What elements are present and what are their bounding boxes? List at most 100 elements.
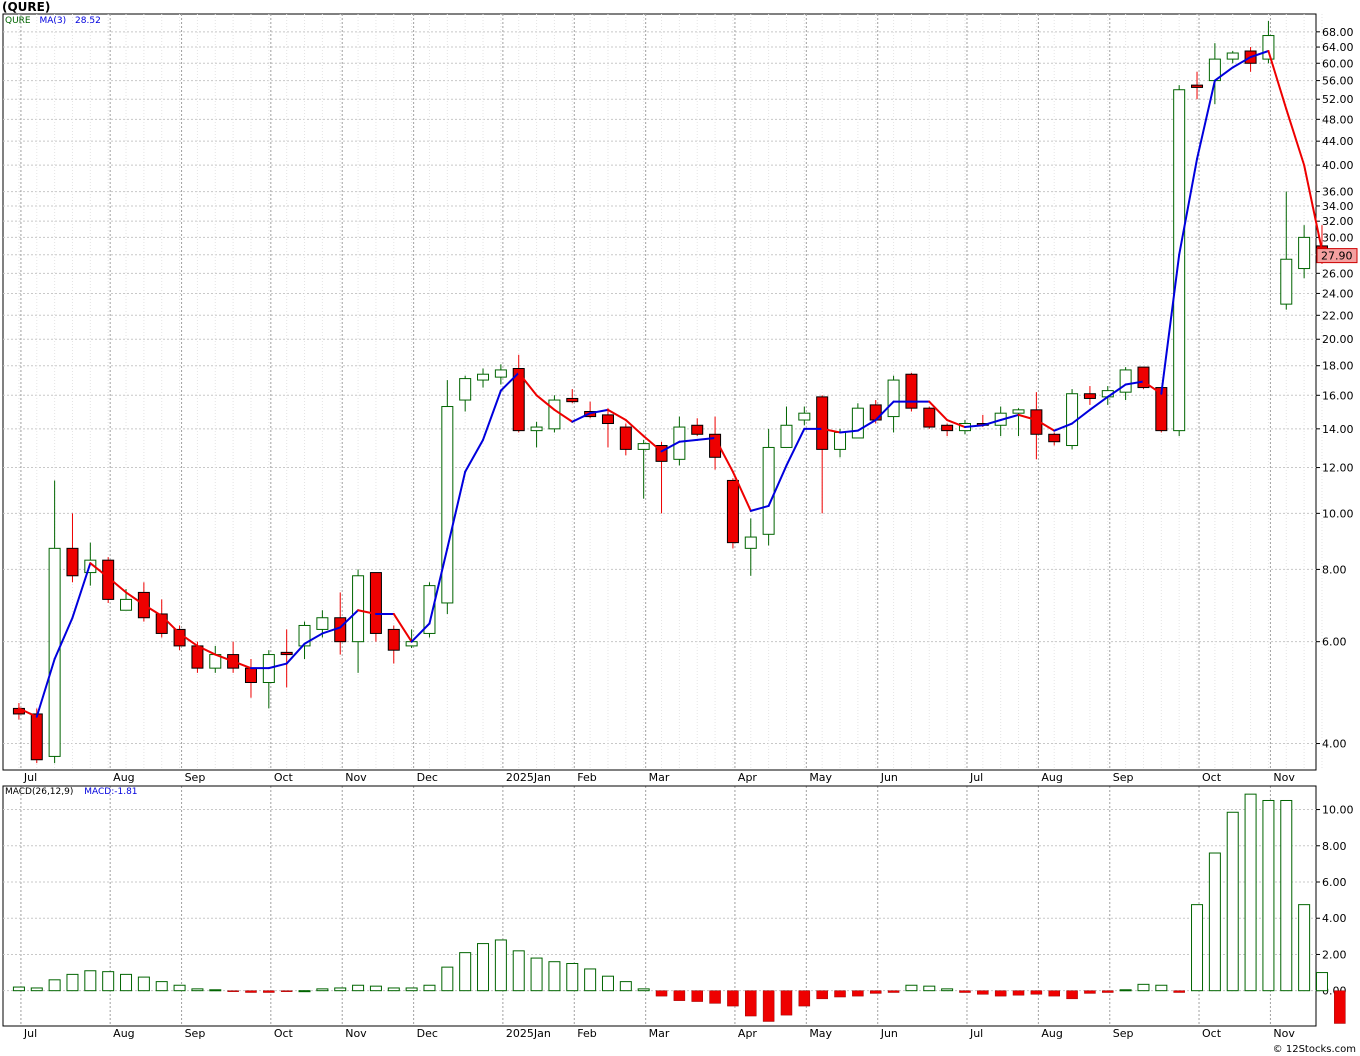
candle-body [691, 424, 704, 435]
macd-bar [905, 984, 918, 992]
candle-body [619, 426, 632, 450]
candle-body [387, 628, 400, 651]
candle-body [601, 414, 614, 425]
macd-bar [245, 990, 257, 993]
last-price-label: 27.90 [1321, 250, 1353, 263]
price-tick-label: 22.00 [1322, 309, 1354, 322]
macd-bar [637, 988, 650, 992]
macd-bar [1137, 983, 1150, 992]
x-tick-label: Oct [1202, 771, 1222, 784]
x-tick-label: Aug [1041, 771, 1062, 784]
candle-body [637, 443, 650, 450]
macd-bar [209, 989, 222, 992]
candle-body [726, 479, 739, 544]
macd-bar [173, 984, 186, 992]
x-tick-label: Jul [969, 771, 983, 784]
macd-bar [548, 961, 561, 992]
candle-body [798, 412, 811, 421]
price-panel: 4.00 6.00 8.00 10.00 12.00 14.00 16.00 18.00 20.… [2, 13, 1358, 784]
macd-bar [834, 990, 846, 998]
macd-bar [227, 990, 239, 992]
macd-bar [137, 976, 150, 992]
price-tick-label: 24.00 [1322, 287, 1354, 300]
macd-bar [1244, 793, 1257, 992]
macd-bar [1066, 990, 1078, 1000]
x-tick-label: Dec [417, 1027, 438, 1040]
x-tick-label: Jul [969, 1027, 983, 1040]
x-tick-label: 2025Jan [506, 771, 551, 784]
macd-bar [941, 988, 954, 992]
macd-bar [1191, 904, 1204, 992]
price-tick-label: 32.00 [1322, 215, 1354, 228]
x-tick-label: Feb [577, 771, 596, 784]
macd-bar [48, 979, 61, 992]
x-tick-label: Nov [345, 1027, 367, 1040]
macd-bar [1298, 904, 1311, 992]
macd-bar [387, 987, 400, 992]
macd-bar [619, 981, 632, 992]
macd-bar [1155, 984, 1168, 992]
price-tick-label: 16.00 [1322, 389, 1354, 402]
x-tick-label: Jul [23, 1027, 37, 1040]
x-tick-label: Dec [417, 771, 438, 784]
macd-bar [12, 986, 25, 992]
macd-bar [1012, 990, 1025, 996]
macd-bar [512, 950, 525, 992]
macd-bar [316, 988, 329, 992]
candle-body [744, 536, 757, 549]
x-tick-label: Mar [649, 1027, 670, 1040]
price-tick-label: 34.00 [1322, 200, 1354, 213]
x-tick-label: Jul [23, 771, 37, 784]
legend-macd-value: -1.81 [114, 787, 138, 797]
x-tick-label: Aug [1041, 1027, 1062, 1040]
macd-bar [1173, 990, 1185, 993]
macd-bar [977, 990, 989, 995]
candle-body [1119, 369, 1132, 393]
candle-body [191, 645, 204, 669]
macd-bar [280, 990, 293, 992]
candle-body [173, 628, 186, 647]
candle-body [120, 598, 133, 611]
macd-bar [1280, 799, 1293, 992]
legend-ma-label: MA(3) [39, 16, 67, 26]
candle-body [494, 369, 507, 378]
macd-bar [120, 973, 133, 992]
candle-body [1298, 236, 1311, 270]
macd-bar [441, 966, 454, 992]
macd-bar [852, 990, 864, 997]
macd-tick-label: 10.00 [1322, 804, 1354, 817]
x-tick-label: Jun [880, 1027, 898, 1040]
candle-body [66, 547, 79, 577]
macd-tick-label: 2.00 [1322, 948, 1347, 961]
price-tick-label: 4.00 [1322, 738, 1347, 751]
candle-body [459, 378, 472, 401]
candle-body [1083, 393, 1096, 399]
candle-body [477, 373, 490, 381]
legend-symbol: QURE [5, 16, 31, 26]
macd-bar [798, 990, 811, 1007]
macd-bar [780, 990, 793, 1016]
candle-body [548, 399, 561, 430]
candle-body [851, 407, 864, 439]
x-tick-label: Aug [113, 771, 134, 784]
price-tick-label: 60.00 [1322, 57, 1354, 70]
chart-canvas: 4.00 6.00 8.00 10.00 12.00 14.00 16.00 18.00 20.… [2, 13, 1358, 1040]
candle-body [566, 397, 579, 403]
macd-bar [709, 990, 721, 1004]
macd-bar [887, 990, 900, 993]
candle-body [369, 572, 382, 634]
candle-body [280, 651, 293, 656]
candle-body [887, 379, 900, 418]
price-tick-label: 64.00 [1322, 41, 1354, 54]
macd-bar [566, 963, 579, 992]
macd-bar [352, 984, 365, 992]
candle-body [923, 407, 936, 428]
macd-bar [1084, 990, 1096, 994]
candle-body [530, 426, 543, 432]
footer-copyright: © 12Stocks.com [1272, 1044, 1356, 1055]
macd-tick-label: 8.00 [1322, 840, 1347, 853]
price-tick-label: 48.00 [1322, 113, 1354, 126]
macd-bar [601, 975, 614, 992]
macd-bar [494, 939, 507, 992]
x-tick-label: Apr [738, 771, 758, 784]
